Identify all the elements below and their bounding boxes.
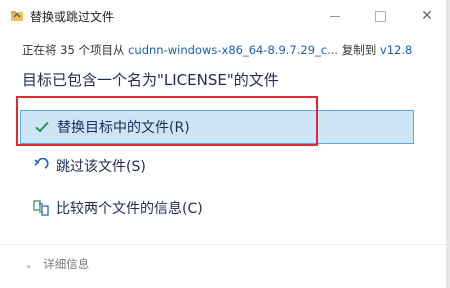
- checkmark-icon: [34, 119, 50, 135]
- source-folder-link[interactable]: cudnn-windows-x86_64-8.9.7.29_c...: [128, 43, 338, 57]
- details-divider: [0, 244, 450, 245]
- skip-file-option[interactable]: 跳过该文件(S): [20, 149, 414, 183]
- details-toggle[interactable]: ⌄ 详细信息: [24, 256, 89, 272]
- details-label: 详细信息: [43, 257, 90, 271]
- close-icon: ✕: [421, 8, 433, 24]
- maximize-button[interactable]: [357, 0, 403, 32]
- compare-files-option[interactable]: 比较两个文件的信息(C): [20, 191, 414, 225]
- replace-file-label: 替换目标中的文件(R): [57, 120, 190, 136]
- minimize-icon: [330, 15, 340, 17]
- window-title: 替换或跳过文件: [30, 10, 115, 24]
- compare-icon: [33, 200, 49, 216]
- conflict-headline: 目标已包含一个名为"LICENSE"的文件: [22, 71, 279, 89]
- skip-file-label: 跳过该文件(S): [56, 159, 146, 175]
- minimize-button[interactable]: [312, 0, 358, 32]
- progress-prefix: 正在将 35 个项目从: [22, 43, 129, 57]
- window-edge: [446, 0, 450, 288]
- progress-middle: 复制到: [338, 43, 380, 57]
- compare-files-label: 比较两个文件的信息(C): [56, 201, 203, 217]
- skip-arrow-icon: [33, 158, 49, 174]
- close-button[interactable]: ✕: [404, 0, 450, 32]
- chevron-down-icon: ⌄: [24, 257, 34, 271]
- folder-copy-icon: [11, 11, 23, 21]
- replace-file-option[interactable]: 替换目标中的文件(R): [20, 110, 414, 144]
- title-bar: 替换或跳过文件 ✕: [0, 0, 450, 32]
- copy-progress-text: 正在将 35 个项目从 cudnn-windows-x86_64-8.9.7.2…: [22, 42, 412, 58]
- maximize-icon: [374, 10, 386, 22]
- destination-folder-link[interactable]: v12.8: [380, 43, 412, 57]
